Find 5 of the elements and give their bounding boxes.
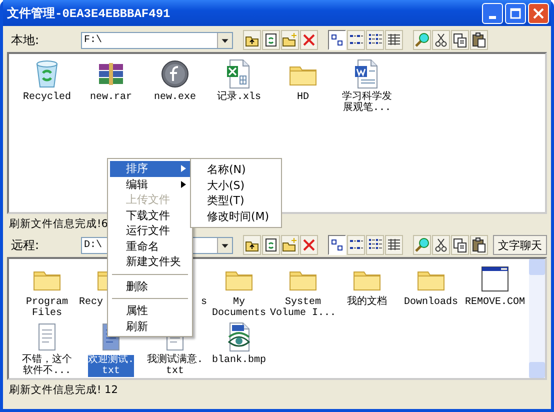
panel-label: 本地: [10, 32, 40, 48]
panel-label: 远程: [10, 236, 40, 254]
window-title: 文件管理-0EA3E4EBBBAF491 [7, 6, 172, 22]
status-text: 刷新文件信息完成! 12 [9, 382, 118, 396]
status-text: 刷新文件信息完成!6 [9, 216, 108, 230]
